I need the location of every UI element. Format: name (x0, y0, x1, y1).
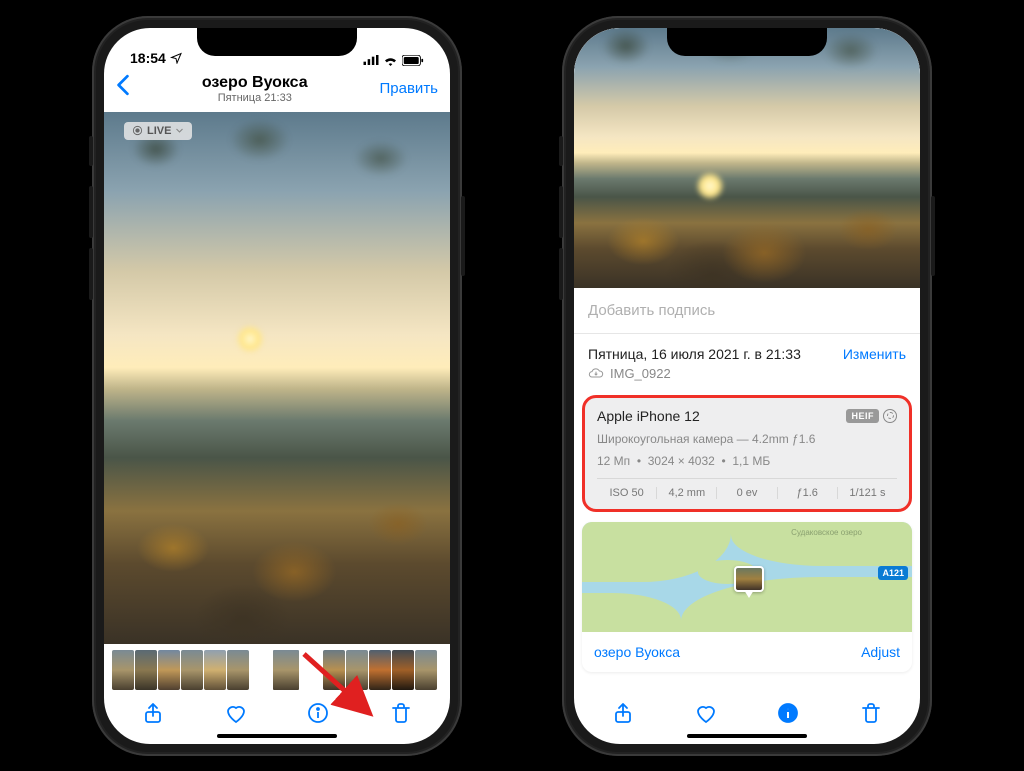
photo-viewport[interactable] (104, 112, 450, 644)
exif-iso: ISO 50 (597, 487, 657, 499)
live-photo-icon (883, 409, 897, 423)
share-icon (141, 701, 165, 725)
chevron-down-icon (175, 126, 184, 135)
trash-icon (859, 701, 883, 725)
live-badge[interactable]: LIVE (124, 122, 192, 140)
thumbnail[interactable] (369, 650, 391, 690)
share-button[interactable] (611, 701, 635, 730)
favorite-button[interactable] (694, 701, 718, 730)
format-badge: HEIF (846, 409, 879, 423)
info-icon (306, 701, 330, 725)
device-name: Apple iPhone 12 (597, 408, 700, 424)
edit-button[interactable]: Править (380, 80, 439, 97)
photo-location-title: озеро Вуокса (130, 74, 380, 92)
thumbnail[interactable] (346, 650, 368, 690)
nav-bar: озеро Вуокса Пятница 21:33 Править (104, 68, 450, 112)
home-indicator[interactable] (217, 734, 337, 738)
lens-info: Широкоугольная камера — 4.2mm ƒ1.6 (597, 432, 897, 446)
favorite-button[interactable] (224, 701, 248, 730)
status-time: 18:54 (130, 50, 166, 66)
cloud-icon (588, 367, 604, 379)
info-button[interactable] (306, 701, 330, 730)
heart-icon (224, 701, 248, 725)
notch (197, 28, 357, 56)
date-row: Пятница, 16 июля 2021 г. в 21:33 Изменит… (574, 334, 920, 364)
photo-image (574, 28, 920, 288)
map-label: Судаковское озеро (791, 528, 862, 537)
resolution-info: 12 Мп • 3024 × 4032 • 1,1 МБ (597, 454, 897, 468)
info-button-active[interactable] (776, 701, 800, 730)
thumbnail[interactable] (204, 650, 226, 690)
map-location[interactable]: озеро Вуокса (594, 644, 680, 660)
photo-preview[interactable] (574, 28, 920, 288)
map-card[interactable]: Судаковское озеро А121 озеро Вуокса Adju… (582, 522, 912, 672)
share-button[interactable] (141, 701, 165, 730)
battery-icon (402, 55, 424, 66)
live-label: LIVE (147, 125, 171, 137)
location-icon (170, 52, 182, 64)
thumbnail[interactable] (415, 650, 437, 690)
photo-datetime: Пятница, 16 июля 2021 г. в 21:33 (588, 346, 801, 362)
exif-aperture: ƒ1.6 (778, 487, 838, 499)
map-adjust-button[interactable]: Adjust (861, 644, 900, 660)
thumbnail[interactable] (158, 650, 180, 690)
thumbnail-selected[interactable] (271, 648, 301, 692)
share-icon (611, 701, 635, 725)
filename: IMG_0922 (610, 366, 671, 381)
phone-right: Добавить подпись Пятница, 16 июля 2021 г… (562, 16, 932, 756)
phone-left: 18:54 озеро Вуокса Пятница 21:33 Править… (92, 16, 462, 756)
screen-photo-viewer: 18:54 озеро Вуокса Пятница 21:33 Править… (104, 28, 450, 744)
screen-photo-info: Добавить подпись Пятница, 16 июля 2021 г… (574, 28, 920, 744)
photo-datetime-subtitle: Пятница 21:33 (130, 92, 380, 104)
thumbnail[interactable] (135, 650, 157, 690)
back-button[interactable] (116, 74, 130, 103)
live-icon (132, 125, 143, 136)
delete-button[interactable] (859, 701, 883, 730)
thumbnail[interactable] (392, 650, 414, 690)
signal-icon (363, 55, 379, 65)
photo-image (104, 112, 450, 644)
exif-ev: 0 ev (717, 487, 777, 499)
exif-card: Apple iPhone 12 HEIF Широкоугольная каме… (582, 395, 912, 512)
thumbnail[interactable] (112, 650, 134, 690)
thumbnail[interactable] (323, 650, 345, 690)
map-pin[interactable] (734, 566, 764, 600)
heart-icon (694, 701, 718, 725)
thumbnail-strip[interactable] (104, 648, 450, 692)
home-indicator[interactable] (687, 734, 807, 738)
info-icon (776, 701, 800, 725)
notch (667, 28, 827, 56)
map-footer: озеро Вуокса Adjust (582, 632, 912, 672)
exif-shutter: 1/121 s (838, 487, 897, 499)
map-view[interactable]: Судаковское озеро А121 (582, 522, 912, 632)
exif-grid: ISO 50 4,2 mm 0 ev ƒ1.6 1/121 s (597, 478, 897, 499)
thumbnail[interactable] (181, 650, 203, 690)
info-panel[interactable]: Добавить подпись Пятница, 16 июля 2021 г… (574, 28, 920, 692)
caption-input[interactable]: Добавить подпись (574, 288, 920, 333)
nav-title: озеро Вуокса Пятница 21:33 (130, 74, 380, 104)
exif-focal: 4,2 mm (657, 487, 717, 499)
wifi-icon (383, 55, 398, 66)
road-shield: А121 (878, 566, 908, 580)
trash-icon (389, 701, 413, 725)
change-date-button[interactable]: Изменить (843, 346, 906, 362)
map-pin-thumbnail (734, 566, 764, 592)
thumbnail[interactable] (227, 650, 249, 690)
delete-button[interactable] (389, 701, 413, 730)
file-row: IMG_0922 (574, 364, 920, 391)
